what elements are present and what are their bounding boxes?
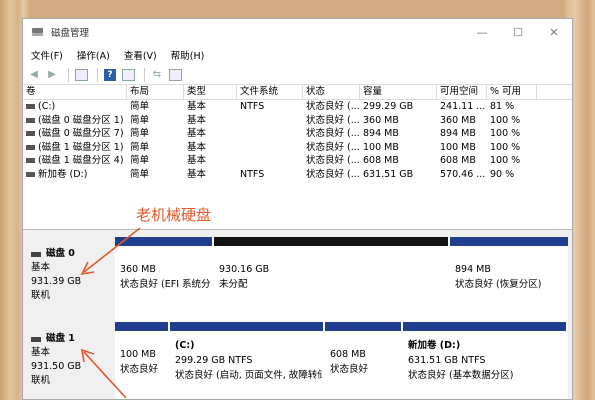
annotation-arrows <box>80 227 141 399</box>
arrow-to-disk-1 <box>83 351 127 399</box>
arrow-to-disk-0 <box>83 227 141 273</box>
